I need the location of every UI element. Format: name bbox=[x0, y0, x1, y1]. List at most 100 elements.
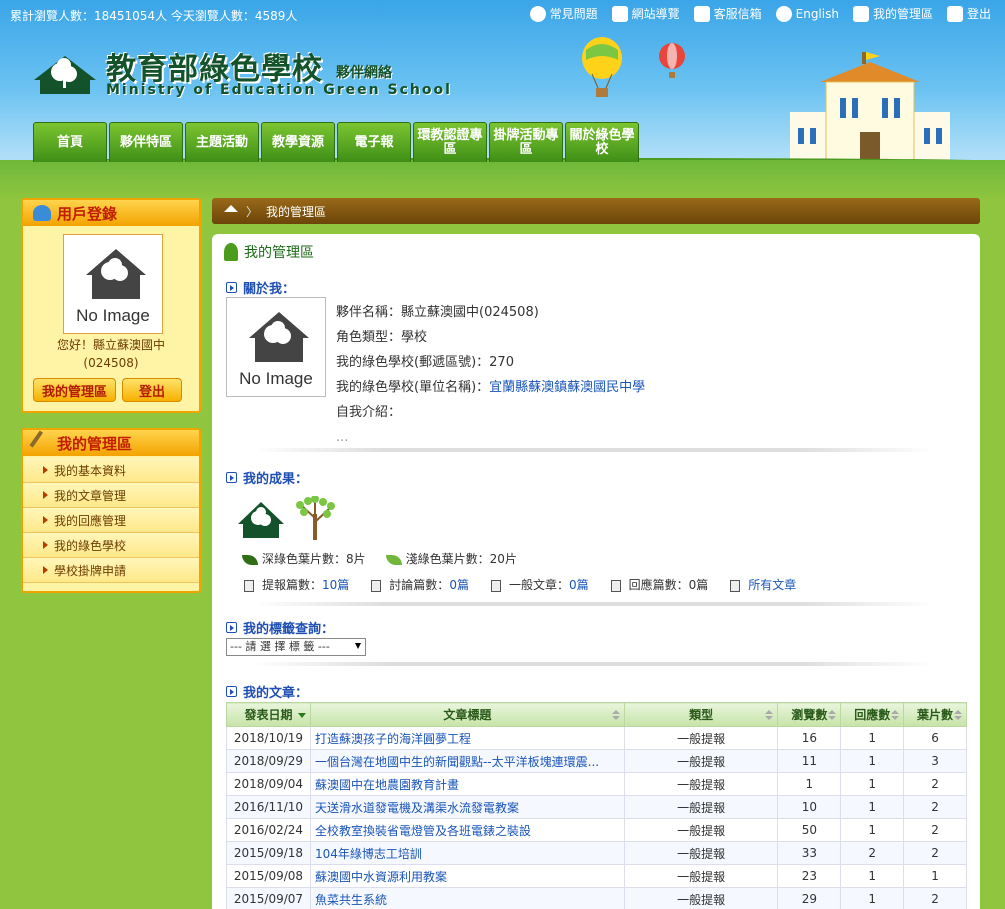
partner-row: 夥伴名稱：縣立蘇澳國中(024508) bbox=[336, 300, 645, 325]
response-count: 回應篇數：0篇 bbox=[610, 576, 708, 593]
about-heading: 關於我： bbox=[226, 278, 295, 297]
col-type[interactable]: 類型 bbox=[623, 702, 779, 727]
cell-views: 11 bbox=[777, 749, 842, 773]
tag-select[interactable]: --- 請 選 擇 標 籤 --- bbox=[226, 638, 366, 656]
table-row: 2018/10/19 打造蘇澳孩子的海洋圓夢工程 一般提報 16 1 6 bbox=[226, 726, 967, 750]
mail-link[interactable]: 客服信箱 bbox=[693, 5, 762, 22]
english-label: English bbox=[795, 6, 839, 21]
table-row: 2018/09/29 一個台灣在地國中生的新聞觀點--太平洋板塊連環震... 一般提… bbox=[226, 749, 967, 773]
table-header-row: 發表日期 文章標題 類型 瀏覽數 回應數 葉片數 bbox=[226, 702, 967, 727]
logout-button[interactable]: 登出 bbox=[122, 378, 183, 402]
cell-responses: 1 bbox=[840, 772, 905, 796]
article-link[interactable]: 打造蘇澳孩子的海洋圓夢工程 bbox=[315, 732, 471, 746]
article-link[interactable]: 蘇澳國中水資源利用教案 bbox=[315, 870, 447, 884]
manage-button[interactable]: 我的管理區 bbox=[33, 378, 117, 402]
nav-partners[interactable]: 夥伴特區 bbox=[109, 122, 183, 162]
nav-activities[interactable]: 主題活動 bbox=[185, 122, 259, 162]
col-date[interactable]: 發表日期 bbox=[226, 702, 311, 727]
discussion-count: 討論篇數：0篇 bbox=[371, 576, 469, 593]
article-link[interactable]: 104年綠博志工培訓 bbox=[315, 847, 422, 861]
article-link[interactable]: 天送滑水道發電機及溝渠水流發電教案 bbox=[315, 801, 519, 815]
cell-responses: 1 bbox=[840, 887, 905, 909]
cell-date: 2018/09/29 bbox=[226, 749, 311, 773]
school-logo-icon bbox=[238, 502, 284, 538]
article-link[interactable]: 全校教室換裝省電燈管及各班電錶之裝設 bbox=[315, 824, 531, 838]
col-views[interactable]: 瀏覽數 bbox=[777, 702, 842, 727]
login-panel: 用戶登錄 No Image 您好！縣立蘇澳國中 (024508) 我的管理區 登… bbox=[21, 198, 201, 413]
menu-item-responses[interactable]: 我的回應管理 bbox=[23, 508, 199, 533]
manage-menu-title: 我的管理區 bbox=[57, 434, 133, 453]
no-image-text: No Image bbox=[239, 369, 313, 388]
sort-icon bbox=[954, 710, 962, 720]
zip-label: 我的綠色學校(郵遞區號)： bbox=[336, 355, 490, 370]
nav-plaque[interactable]: 掛牌活動專區 bbox=[489, 122, 563, 162]
users-icon bbox=[33, 205, 51, 221]
article-link[interactable]: 魚菜共生系統 bbox=[315, 893, 387, 907]
sort-icon bbox=[611, 710, 620, 720]
col-leaves[interactable]: 葉片數 bbox=[903, 702, 967, 727]
manage-link[interactable]: 我的管理區 bbox=[852, 5, 933, 22]
no-image-icon: No Image bbox=[76, 249, 150, 325]
top-links: 常見問題 網站導覽 客服信箱 English 我的管理區 登出 bbox=[529, 5, 991, 22]
no-image-icon: No Image bbox=[239, 312, 313, 388]
logout-link[interactable]: 登出 bbox=[946, 5, 991, 22]
general-link[interactable]: 0篇 bbox=[569, 578, 589, 592]
menu-item-articles[interactable]: 我的文章管理 bbox=[23, 483, 199, 508]
discussion-link[interactable]: 0篇 bbox=[449, 578, 469, 592]
faq-link[interactable]: 常見問題 bbox=[529, 5, 598, 22]
col-responses[interactable]: 回應數 bbox=[840, 702, 905, 727]
faq-icon bbox=[529, 5, 546, 22]
light-leaf-value: 20片 bbox=[489, 552, 517, 566]
response-label: 回應篇數： bbox=[628, 578, 689, 592]
report-link[interactable]: 10篇 bbox=[322, 578, 349, 592]
partner-value: 縣立蘇澳國中(024508) bbox=[401, 305, 539, 320]
section-arrow-icon bbox=[226, 472, 237, 483]
home-icon[interactable] bbox=[224, 204, 238, 212]
col-type-label: 類型 bbox=[689, 708, 714, 722]
english-link[interactable]: English bbox=[775, 5, 839, 22]
about-details: 夥伴名稱：縣立蘇澳國中(024508) 角色類型：學校 我的綠色學校(郵遞區號)… bbox=[336, 300, 645, 450]
globe-icon bbox=[775, 5, 792, 22]
menu-item-profile[interactable]: 我的基本資料 bbox=[23, 458, 199, 483]
menu-item-label: 我的回應管理 bbox=[54, 513, 127, 528]
top-bar: 累計瀏覽人數：18451054人 今天瀏覽人數：4589人 常見問題 網站導覽 … bbox=[0, 0, 1005, 30]
cell-leaves: 1 bbox=[903, 864, 967, 888]
general-count: 一般文章：0篇 bbox=[490, 576, 589, 593]
table-row: 2015/09/08 蘇澳國中水資源利用教案 一般提報 23 1 1 bbox=[226, 864, 967, 888]
menu-item-green-school[interactable]: 我的綠色學校 bbox=[23, 533, 199, 558]
sitemap-link[interactable]: 網站導覽 bbox=[611, 5, 680, 22]
role-value: 學校 bbox=[401, 330, 428, 345]
report-count: 提報篇數：10篇 bbox=[244, 576, 349, 593]
greeting: 您好！縣立蘇澳國中 (024508) bbox=[23, 336, 199, 372]
menu-item-plaque[interactable]: 學校掛牌申請 bbox=[23, 558, 199, 583]
login-buttons: 我的管理區 登出 bbox=[33, 378, 183, 402]
cell-responses: 2 bbox=[840, 841, 905, 865]
unit-link[interactable]: 宜蘭縣蘇澳鎮蘇澳國民中學 bbox=[489, 380, 645, 395]
cell-views: 1 bbox=[777, 772, 842, 796]
dark-leaf-value: 8片 bbox=[346, 552, 366, 566]
col-title[interactable]: 文章標題 bbox=[309, 702, 625, 727]
manage-menu-list: 我的基本資料 我的文章管理 我的回應管理 我的綠色學校 學校掛牌申請 bbox=[23, 458, 199, 583]
cell-type: 一般提報 bbox=[623, 841, 779, 865]
nav-home[interactable]: 首頁 bbox=[33, 122, 107, 162]
article-link[interactable]: 蘇澳國中在地農園教育計畫 bbox=[315, 778, 459, 792]
main-nav: 首頁 夥伴特區 主題活動 教學資源 電子報 環教認證專區 掛牌活動專區 關於綠色… bbox=[33, 122, 639, 162]
nav-about[interactable]: 關於綠色學校 bbox=[565, 122, 639, 162]
cell-responses: 1 bbox=[840, 749, 905, 773]
article-link[interactable]: 一個台灣在地國中生的新聞觀點--太平洋板塊連環震... bbox=[315, 755, 599, 769]
small-balloon-icon bbox=[659, 43, 685, 78]
breadcrumb-current: 我的管理區 bbox=[266, 204, 327, 219]
sort-icon bbox=[765, 710, 774, 720]
all-articles-link[interactable]: 所有文章 bbox=[748, 578, 796, 592]
mail-icon bbox=[693, 5, 710, 22]
greeting-text: 您好！縣立蘇澳國中 bbox=[56, 338, 165, 352]
zip-row: 我的綠色學校(郵遞區號)：270 bbox=[336, 350, 645, 375]
nav-resources[interactable]: 教學資源 bbox=[261, 122, 335, 162]
col-responses-label: 回應數 bbox=[854, 708, 891, 722]
cell-type: 一般提報 bbox=[623, 772, 779, 796]
green-school-logo-icon bbox=[34, 56, 96, 94]
nav-newsletter[interactable]: 電子報 bbox=[337, 122, 411, 162]
nav-certification[interactable]: 環教認證專區 bbox=[413, 122, 487, 162]
manage-label: 我的管理區 bbox=[872, 7, 933, 21]
col-leaves-label: 葉片數 bbox=[917, 708, 954, 722]
